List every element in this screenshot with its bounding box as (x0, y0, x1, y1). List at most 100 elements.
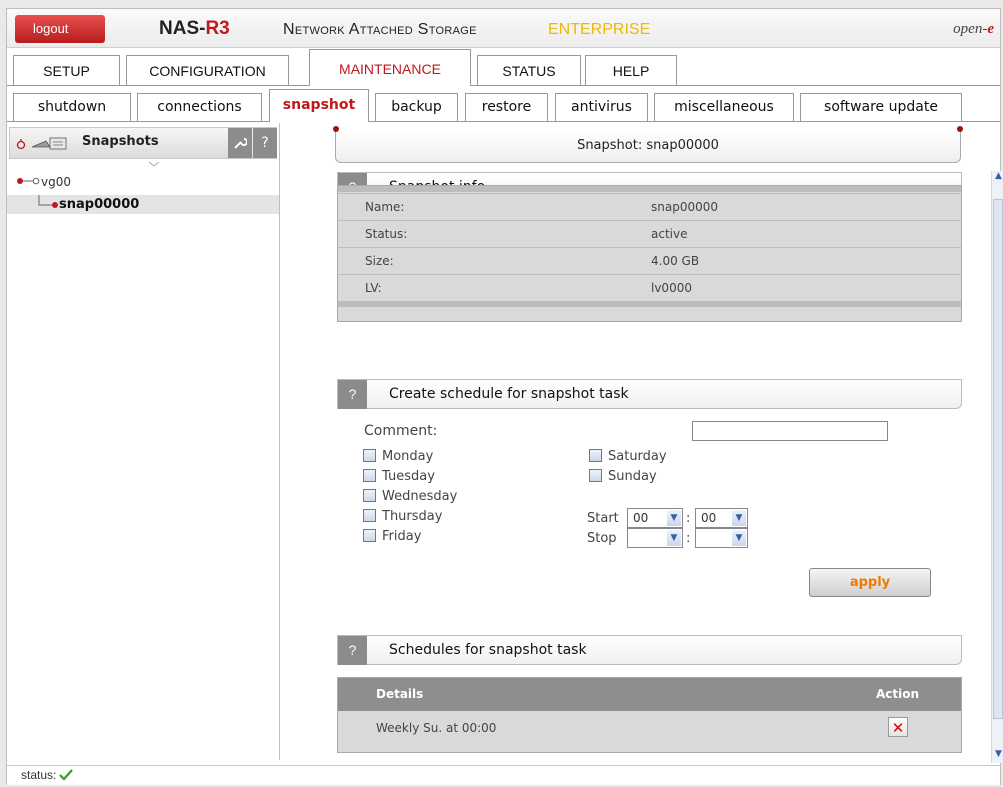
comment-label: Comment: (364, 423, 438, 439)
snapshot-title: Snapshot: snap00000 (577, 138, 719, 153)
brand-e: e (987, 21, 994, 37)
subtab-connections[interactable]: connections (137, 93, 262, 121)
info-key: Size: (365, 254, 394, 268)
day-label: Tuesday (382, 469, 435, 484)
checkbox[interactable] (363, 449, 376, 462)
table-row: Size: 4.00 GB (338, 247, 961, 274)
start-hour-select[interactable]: 00 ▼ (627, 508, 683, 528)
snapshot-info-table: Name: snap00000 Status: active Size: 4.00 G… (337, 185, 962, 322)
stop-minute-select[interactable]: ▼ (695, 528, 748, 548)
table-row: Status: active (338, 220, 961, 247)
tree-label-snap00000: snap00000 (59, 197, 140, 212)
scroll-thumb[interactable] (993, 199, 1003, 719)
start-label: Start (587, 511, 619, 526)
subtab-antivirus[interactable]: antivirus (555, 93, 648, 121)
subtab-shutdown[interactable]: shutdown (13, 93, 131, 121)
info-value: active (651, 227, 688, 241)
day-label: Thursday (382, 509, 443, 524)
select-value: 00 (633, 511, 649, 525)
chevron-down-icon: ▼ (732, 510, 746, 526)
saturday-checkbox[interactable]: Saturday (589, 449, 667, 464)
tab-setup[interactable]: SETUP (13, 55, 120, 85)
brand-r3: R3 (205, 18, 230, 39)
create-schedule-header: ? Create schedule for snapshot task (337, 379, 962, 409)
checkbox[interactable] (589, 469, 602, 482)
schedule-details: Weekly Su. at 00:00 (376, 721, 497, 735)
table-header: Details Action (338, 678, 961, 711)
info-key: LV: (365, 281, 382, 295)
subtab-restore[interactable]: restore (465, 93, 548, 121)
sub-tabs: shutdown connections snapshot backup res… (7, 89, 1000, 122)
checkbox[interactable] (363, 489, 376, 502)
delete-icon[interactable]: ✕ (888, 717, 908, 737)
start-minute-select[interactable]: 00 ▼ (695, 508, 748, 528)
snapshots-tree-icon (16, 137, 67, 150)
tab-help[interactable]: HELP (585, 55, 677, 85)
checkbox[interactable] (589, 449, 602, 462)
snapshots-panel-header: Snapshots ? (9, 127, 277, 159)
title-dot-right (957, 126, 963, 132)
monday-checkbox[interactable]: Monday (363, 449, 433, 464)
brand-nas: NAS- (159, 18, 206, 39)
tree-item-vg00[interactable]: vg00 (17, 175, 71, 189)
info-value: snap00000 (651, 200, 719, 214)
day-label: Friday (382, 529, 422, 544)
tab-configuration[interactable]: CONFIGURATION (126, 55, 289, 85)
schedules-header: ? Schedules for snapshot task (337, 635, 962, 665)
apply-button[interactable]: apply (809, 568, 931, 597)
chevron-down-icon: ▼ (732, 530, 746, 546)
time-colon: : (686, 531, 691, 546)
friday-checkbox[interactable]: Friday (363, 529, 421, 544)
tree-label-vg00: vg00 (41, 175, 71, 189)
brand-network-title: Network Attached Storage (283, 21, 477, 38)
snapshots-panel-title: Snapshots (82, 134, 159, 149)
tree-item-snap00000[interactable]: snap00000 (7, 195, 279, 214)
check-icon (59, 769, 73, 781)
scroll-up-icon[interactable]: ▲ (992, 171, 1003, 185)
sunday-checkbox[interactable]: Sunday (589, 469, 657, 484)
stop-hour-select[interactable]: ▼ (627, 528, 683, 548)
subtab-software-update[interactable]: software update (800, 93, 962, 121)
chevron-down-icon: ▼ (667, 530, 681, 546)
time-colon: : (686, 511, 691, 526)
tuesday-checkbox[interactable]: Tuesday (363, 469, 435, 484)
scroll-down-icon[interactable]: ▼ (992, 749, 1003, 763)
header-bar: logout NAS-R3 Network Attached Storage E… (7, 9, 1000, 48)
wednesday-checkbox[interactable]: Wednesday (363, 489, 457, 504)
checkbox[interactable] (363, 529, 376, 542)
create-schedule-heading: Create schedule for snapshot task (389, 386, 629, 402)
table-bottom-bar (338, 301, 961, 307)
checkbox[interactable] (363, 509, 376, 522)
comment-input[interactable] (692, 421, 888, 441)
select-value: 00 (701, 511, 717, 525)
subtab-miscellaneous[interactable]: miscellaneous (654, 93, 794, 121)
subtab-backup[interactable]: backup (375, 93, 458, 121)
help-icon[interactable]: ? (338, 380, 367, 409)
vertical-scrollbar[interactable]: ▲ ▼ (991, 171, 1003, 763)
thursday-checkbox[interactable]: Thursday (363, 509, 442, 524)
brand-logo: NAS-R3 (159, 18, 230, 40)
day-label: Monday (382, 449, 434, 464)
info-key: Status: (365, 227, 408, 241)
panel-help-button[interactable]: ? (253, 128, 277, 158)
table-row: Name: snap00000 (338, 193, 961, 220)
logout-button[interactable]: logout (15, 15, 105, 43)
tree-node-icon (17, 177, 40, 185)
collapse-arrow-icon[interactable] (147, 160, 161, 168)
title-dot-left (333, 126, 339, 132)
tab-maintenance[interactable]: MAINTENANCE (309, 49, 471, 86)
info-value: lv0000 (651, 281, 692, 295)
info-key: Name: (365, 200, 405, 214)
app-frame: logout NAS-R3 Network Attached Storage E… (6, 8, 1003, 785)
status-label: status: (21, 768, 57, 782)
wrench-icon[interactable] (228, 128, 252, 158)
open-e-logo: open-e (953, 21, 994, 38)
subtab-snapshot[interactable]: snapshot (269, 89, 369, 122)
tab-status[interactable]: STATUS (477, 55, 581, 85)
table-row: Weekly Su. at 00:00 ✕ (338, 712, 961, 744)
day-label: Saturday (608, 449, 667, 464)
day-label: Sunday (608, 469, 657, 484)
checkbox[interactable] (363, 469, 376, 482)
chevron-down-icon: ▼ (667, 510, 681, 526)
help-icon[interactable]: ? (338, 636, 367, 665)
